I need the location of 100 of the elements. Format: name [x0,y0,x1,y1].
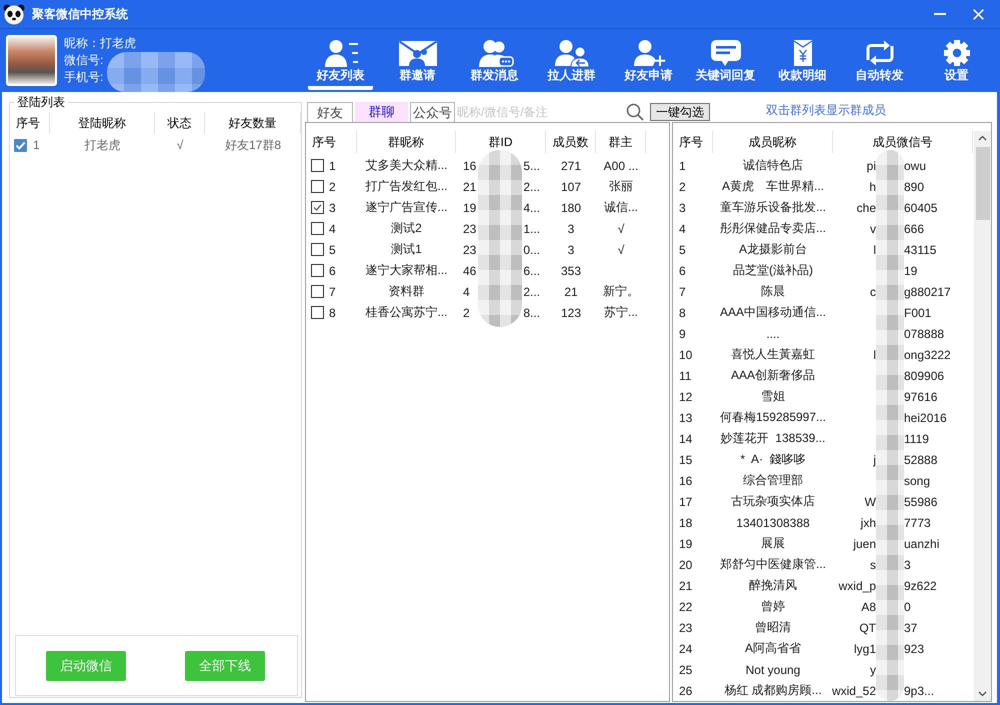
row-number: 8 [329,306,336,320]
list-tab[interactable]: 群聊 [355,102,408,122]
group-owner: √ [618,242,624,256]
toolbar-button[interactable]: 群发消息 [462,29,527,90]
wechat-id-text: 9p3... [904,684,934,698]
member-nickname: AAA中国移动通信... [720,304,826,321]
scrollbar[interactable] [974,131,991,701]
row-number: 3 [329,200,336,214]
group-name: 资料群 [388,283,424,300]
member-count: 3 [568,222,574,236]
row-number: 13 [679,410,692,424]
member-nickname: * A· 錢哆哆 [740,451,806,468]
row-number: 22 [679,600,692,614]
checkbox[interactable] [311,264,324,277]
checkbox[interactable] [14,138,27,152]
column-header: 成员昵称 [713,131,833,153]
wechat-id-text: lyg1 [854,642,876,656]
row-number: 1 [33,138,40,152]
wechat-id-text: y [870,662,876,676]
wechat-id-text: 55986 [904,494,938,508]
group-id-text: 46 [463,264,476,278]
checkbox[interactable] [311,180,324,193]
wechat-id-text: che [856,200,876,214]
row-number: 25 [679,662,692,676]
toolbar-button[interactable]: 好友申请 [616,29,681,90]
column-header: 序号 [673,131,713,153]
row-number: 10 [679,348,692,362]
wechat-id-text: h [869,180,876,194]
member-nickname: 郑舒匀中医健康管... [720,556,826,573]
row-number: 6 [329,264,336,278]
wechat-id-text: 3 [904,558,911,572]
row-number: 2 [329,180,336,194]
wechat-id-text: A8 [861,600,876,614]
wechat-id-text: juen [853,536,876,550]
column-header: 状态 [155,112,205,134]
member-nickname: .... [766,326,780,340]
toolbar-button[interactable]: 自动转发 [847,29,912,90]
toolbar-button[interactable]: 群邀请 [385,29,450,90]
group-name: 遂宁广告宣传... [365,199,448,216]
member-count: 180 [560,200,582,214]
wechat-id-label: 微信号: [64,52,104,69]
row-number: 6 [679,264,686,278]
column-header: 群昵称 [357,131,456,153]
checkbox[interactable] [311,159,324,172]
row-number: 4 [329,222,336,236]
wechat-id-text: hei2016 [904,410,947,424]
checkbox[interactable] [311,243,324,256]
wechat-id-text: 0 [904,600,911,614]
column-header: 群主 [596,131,646,153]
toolbar-button[interactable]: 收款明细 [770,29,835,90]
member-nickname: Not young [746,662,800,676]
member-nickname: 品芝堂(滋补品) [733,262,813,279]
row-number: 21 [679,578,692,592]
group-title: 登陆列表 [16,94,66,110]
nickname-text: 昵称：打老虎 [64,35,136,52]
group-id-text: 23 [463,242,476,256]
row-number: 23 [679,620,692,634]
wechat-id-text: ong3222 [904,348,951,362]
member-nickname: 陈晨 [761,283,785,300]
member-count: 353 [560,264,582,278]
group-id-text: 21 [463,180,476,194]
member-count: 107 [560,180,582,194]
wechat-id-text: 37 [904,620,918,634]
phone-label: 手机号: [64,69,104,86]
group-id-text: 16 [463,158,476,172]
wechat-id-text: song [904,474,930,488]
scrollbar-thumb[interactable] [976,147,990,220]
member-nickname: 雪姐 [761,388,785,405]
row-number: 1 [679,158,686,172]
wechat-id-text: wxid_52 [832,684,876,698]
toolbar-button[interactable]: 关键词回复 [693,29,758,90]
member-nickname: 醉挽清风 [749,577,797,594]
column-header: 登陆昵称 [50,112,155,134]
member-count: 123 [560,306,582,320]
wechat-id-text: W [864,494,876,508]
wechat-id-text: 1119 [904,432,929,446]
wechat-id-text: g880217 [904,284,951,298]
checkbox[interactable] [311,201,324,214]
checkbox[interactable] [311,222,324,235]
checkbox[interactable] [311,285,324,298]
select-all-button[interactable]: 一键勾选 [650,103,710,121]
search-icon[interactable] [626,103,644,121]
wechat-id-text: l [873,348,876,362]
row-number: 9 [679,326,686,340]
wechat-id-text: owu [904,158,926,172]
wechat-id-text: 19 [904,264,918,278]
list-tab[interactable]: 公众号 [410,102,455,122]
row-number: 3 [679,200,686,214]
member-nickname: 何春梅159285997... [720,409,826,426]
checkbox[interactable] [311,306,324,319]
member-nickname: AAA创新奢侈品 [730,367,815,384]
list-tab[interactable]: 好友 [307,102,353,122]
toolbar-button[interactable]: 设置 [924,29,989,90]
row-number: 14 [679,432,692,446]
toolbar-button[interactable]: 拉人进群 [539,29,604,90]
wechat-id-text: 809906 [904,368,944,382]
minimize-icon [934,13,946,15]
member-count: 271 [560,158,582,172]
column-header: 成员数 [546,131,596,153]
row-number: 12 [679,390,692,404]
